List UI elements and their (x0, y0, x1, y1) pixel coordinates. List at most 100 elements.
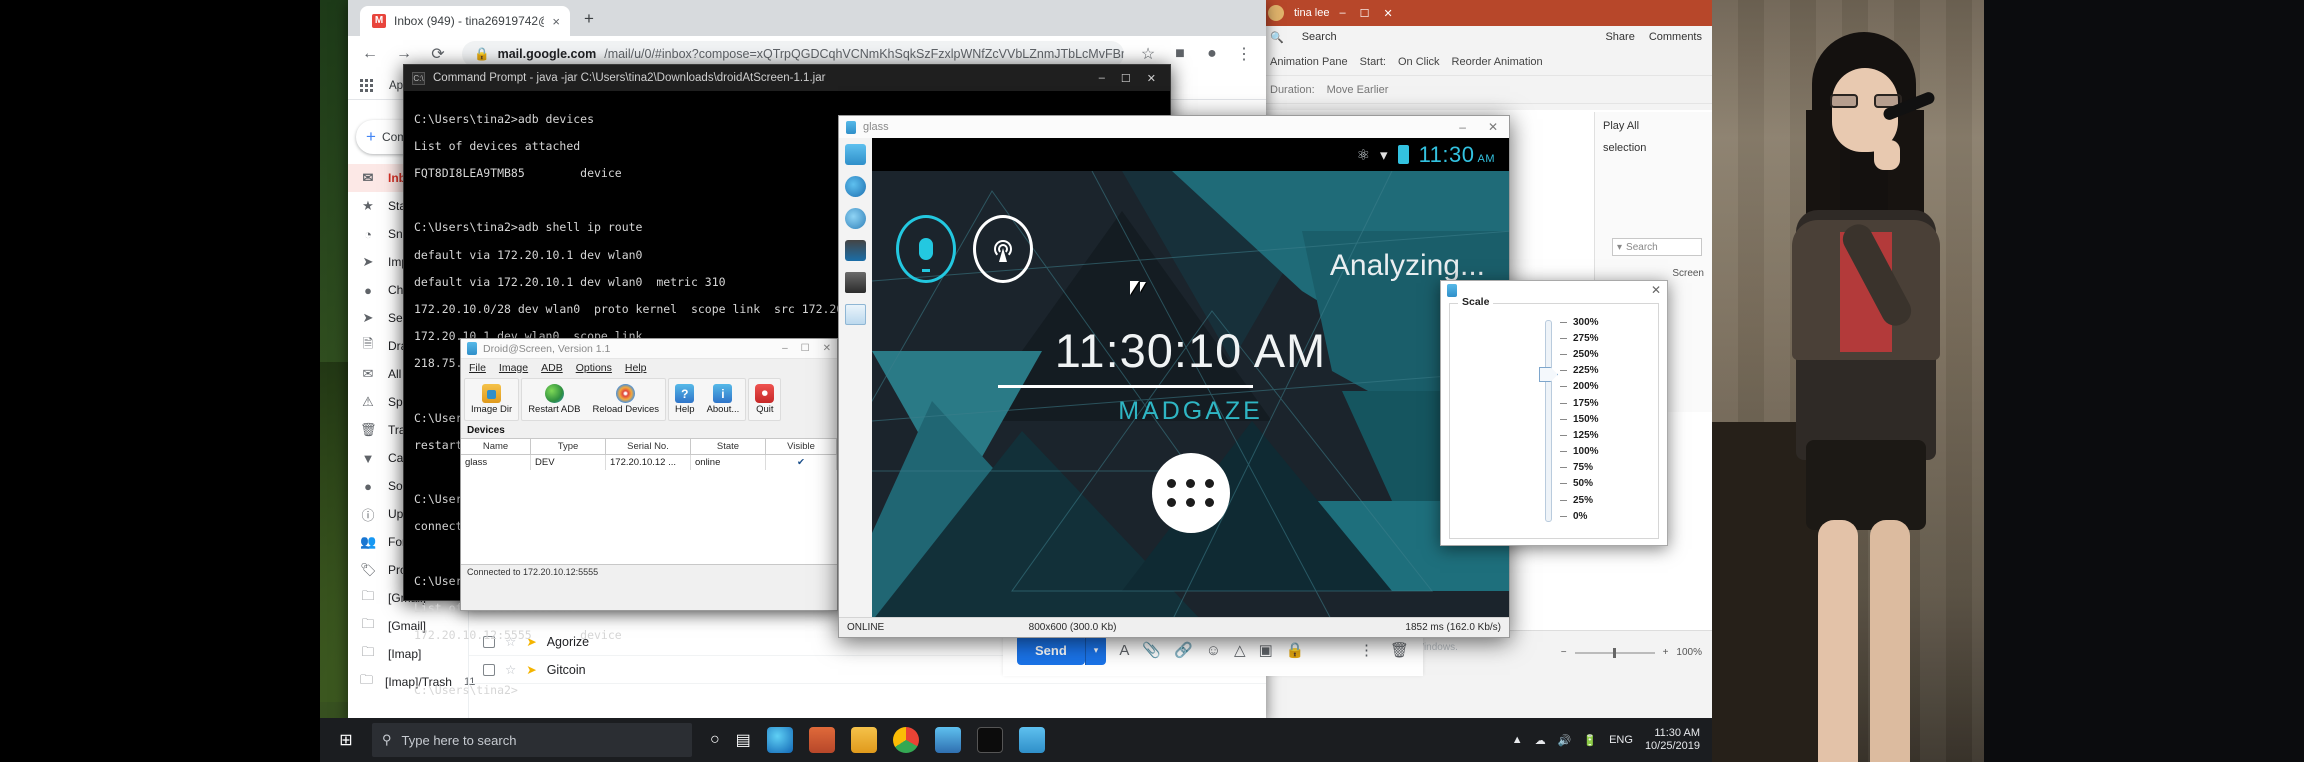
ppt-minimize[interactable]: – (1339, 7, 1345, 20)
taskbar-item-cmd[interactable] (976, 727, 1003, 753)
volume-icon[interactable]: 🔊 (1558, 734, 1572, 747)
scale-slider-knob[interactable] (1539, 367, 1558, 382)
menu-options[interactable]: Options (576, 362, 612, 374)
zoom-slider[interactable] (1574, 647, 1655, 658)
share-button[interactable]: Share (1605, 31, 1634, 43)
taskbar-icons[interactable]: ○ ▤ (710, 727, 1045, 753)
new-tab-button[interactable]: + (584, 9, 594, 29)
table-row[interactable]: glass DEV 172.20.10.12 ... online ✔ (461, 455, 837, 470)
image-dir-button[interactable]: Image Dir (465, 379, 518, 420)
cmd-maximize[interactable]: ☐ (1121, 72, 1131, 85)
start-button[interactable]: ⊞ (320, 718, 372, 762)
zoom-out-icon[interactable]: − (1561, 647, 1567, 658)
menu-adb[interactable]: ADB (541, 362, 563, 374)
bookmark-star-icon[interactable]: ☆ (1138, 44, 1158, 64)
devices-table[interactable]: Name Type Serial No. State Visible glass… (461, 438, 837, 565)
ppt-window-buttons[interactable]: – ☐ ✕ (1339, 7, 1392, 20)
app-drawer-button[interactable] (1151, 453, 1230, 533)
battery-icon[interactable]: 🔋 (1583, 734, 1597, 747)
comments-button[interactable]: Comments (1649, 31, 1702, 43)
start-dropdown[interactable]: On Click (1398, 56, 1440, 68)
glass-close[interactable]: ✕ (1488, 120, 1498, 134)
close-tab-icon[interactable]: × (552, 14, 560, 29)
rotate-icon[interactable] (845, 176, 866, 197)
chrome-tabstrip[interactable]: Inbox (949) - tina26919742@gm × + (348, 0, 1266, 36)
menu-file[interactable]: File (469, 362, 486, 374)
insert-drive-icon[interactable]: △ (1234, 641, 1246, 659)
ppt-duration-row[interactable]: Duration: Move Earlier (1260, 76, 1712, 104)
animation-pane-button[interactable]: Animation Pane (1270, 56, 1348, 68)
device-mirror-window[interactable]: glass – ✕ ⚛ ▾ 11:30 AM Analyzing... 11:3… (838, 115, 1510, 638)
task-view-icon[interactable]: ▤ (736, 730, 751, 750)
discard-draft-icon[interactable]: 🗑 (1390, 641, 1409, 659)
onedrive-icon[interactable]: ☁ (1535, 734, 1546, 747)
record-icon[interactable] (845, 272, 866, 293)
pane-search-input[interactable]: ▾ Search (1612, 238, 1702, 256)
taskbar-item-browser[interactable] (766, 727, 793, 753)
taskbar-item-explorer[interactable] (850, 727, 877, 753)
confidential-mode-icon[interactable]: 🔒 (1286, 641, 1305, 659)
zoom-in-icon[interactable]: + (1663, 647, 1669, 658)
profile-avatar[interactable]: ● (1202, 45, 1222, 63)
extension-icon[interactable]: ■ (1170, 45, 1190, 63)
pane-selection[interactable]: selection (1603, 142, 1704, 154)
zoom-control[interactable]: − + 100% (1561, 647, 1702, 658)
ppt-search-label[interactable]: Search (1302, 31, 1337, 43)
device-icon[interactable] (845, 144, 866, 165)
omnibox-actions[interactable]: ☆ ■ ● ⋮ (1138, 44, 1254, 64)
pane-play-all[interactable]: Play All (1603, 120, 1704, 132)
language-indicator[interactable]: ENG (1609, 734, 1633, 746)
scale-dialog[interactable]: ✕ Scale 300% 275% 250% 225% 200% 175% 15… (1440, 280, 1668, 546)
chevron-down-icon[interactable]: ▾ (1617, 242, 1622, 253)
system-tray[interactable]: ▲ ☁ 🔊 🔋 ENG 11:30 AM 10/25/2019 (1512, 727, 1712, 752)
menu-help[interactable]: Help (625, 362, 647, 374)
ppt-maximize[interactable]: ☐ (1360, 7, 1370, 20)
menu-image[interactable]: Image (499, 362, 528, 374)
search-input[interactable]: ⚲ Type here to search (372, 723, 692, 757)
cmd-window-buttons[interactable]: – ☐ ✕ (1099, 72, 1162, 85)
taskbar-item-droid[interactable] (1018, 727, 1045, 753)
droid-at-screen-window[interactable]: Droid@Screen, Version 1.1 – ☐ ✕ File Ima… (460, 338, 838, 611)
insert-link-icon[interactable]: 🔗 (1174, 641, 1193, 659)
help-button[interactable]: ? Help (669, 379, 701, 420)
taskbar-item-store[interactable] (934, 727, 961, 753)
reload-devices-button[interactable]: Reload Devices (586, 379, 665, 420)
taskbar-item-powerpoint[interactable] (808, 727, 835, 753)
das-window-buttons[interactable]: – ☐ ✕ (782, 343, 831, 354)
reorder-animation-button[interactable]: Reorder Animation (1452, 56, 1543, 68)
insert-photo-icon[interactable]: ▣ (1259, 641, 1273, 659)
powerpoint-search-row[interactable]: 🔍 Search Share Comments (1260, 26, 1712, 48)
ppt-animation-row[interactable]: Animation Pane Start: On Click Reorder A… (1260, 48, 1712, 76)
android-screen[interactable]: ⚛ ▾ 11:30 AM Analyzing... 11:30:10 AM MA… (872, 138, 1509, 617)
more-options-icon[interactable]: ⋮ (1359, 641, 1374, 659)
apps-grid-icon[interactable] (360, 79, 373, 92)
zoom-icon[interactable] (845, 208, 866, 229)
das-menubar[interactable]: File Image ADB Options Help (461, 359, 837, 376)
chrome-menu-icon[interactable]: ⋮ (1234, 44, 1254, 64)
back-button[interactable]: ← (360, 45, 380, 63)
das-maximize[interactable]: ☐ (801, 343, 810, 354)
taskbar-item-chrome[interactable] (892, 727, 919, 753)
ppt-share-group[interactable]: Share Comments (1605, 31, 1702, 43)
glass-toolrail[interactable] (839, 138, 872, 617)
compose-right-actions[interactable]: ⋮ 🗑 (1359, 641, 1409, 659)
das-minimize[interactable]: – (782, 343, 788, 354)
home-action-buttons[interactable] (896, 215, 1033, 283)
about-button[interactable]: i About... (701, 379, 746, 420)
cell-visible-checkbox[interactable]: ✔ (766, 455, 837, 470)
cmd-close[interactable]: ✕ (1147, 72, 1156, 85)
reload-button[interactable]: ⟳ (428, 44, 448, 64)
move-earlier-button[interactable]: Move Earlier (1327, 84, 1389, 96)
glass-window-buttons[interactable]: – ✕ (1459, 120, 1502, 134)
cmd-minimize[interactable]: – (1099, 72, 1105, 85)
file-icon[interactable] (845, 304, 866, 325)
cortana-icon[interactable]: ○ (710, 731, 720, 749)
show-hidden-icons[interactable]: ▲ (1512, 734, 1523, 746)
forward-button[interactable]: → (394, 45, 414, 63)
taskbar-clock[interactable]: 11:30 AM 10/25/2019 (1645, 727, 1700, 752)
restart-adb-button[interactable]: Restart ADB (522, 379, 586, 420)
voice-broadcast-button[interactable] (973, 215, 1033, 283)
scale-slider-track[interactable] (1545, 320, 1552, 522)
scale-dialog-close[interactable]: ✕ (1651, 283, 1661, 297)
mic-button[interactable] (896, 215, 956, 283)
